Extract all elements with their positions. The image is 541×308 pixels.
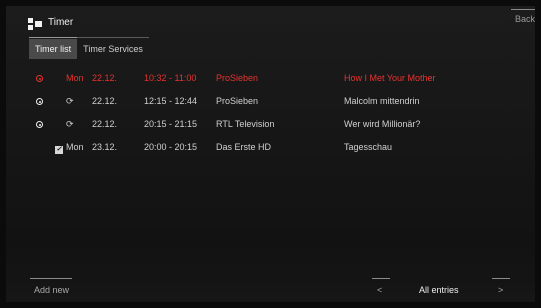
prev-indicator [372,278,390,279]
footer-bar: Add new < All entries > [6,276,535,302]
timer-time: 20:15 - 21:15 [144,119,198,129]
add-new-indicator [30,278,72,279]
timer-date: 22.12. [92,73,118,83]
page-title: Timer [48,17,74,28]
timer-list: Mon 22.12. 10:32 - 11:00 ProSieben How I… [6,70,535,162]
timer-logo-icon [28,18,42,30]
timer-program: Tagesschau [344,142,393,152]
timer-channel: RTL Television [216,119,275,129]
record-dot-icon [36,97,43,107]
timer-channel: Das Erste HD [216,142,272,152]
prev-page-button[interactable]: < [377,285,382,295]
tab-timer-services[interactable]: Timer Services [77,37,149,59]
next-indicator [492,278,510,279]
tab-timer-list[interactable]: Timer list [29,37,78,59]
timer-program: Malcolm mittendrin [344,96,420,106]
back-button[interactable]: Back [505,9,535,24]
timer-row[interactable]: ✓ Mon 23.12. 20:00 - 20:15 Das Erste HD … [6,139,535,162]
series-repeat-icon: ⟳ [66,96,74,106]
timer-channel: ProSieben [216,73,259,83]
timer-day: Mon [66,73,84,83]
timer-time: 20:00 - 20:15 [144,142,198,152]
timer-date: 23.12. [92,142,118,152]
timer-row[interactable]: Mon 22.12. 10:32 - 11:00 ProSieben How I… [6,70,535,93]
back-button-label: Back [514,14,535,24]
record-dot-icon [36,74,43,84]
back-button-indicator [511,9,535,10]
timer-day: Mon [66,142,84,152]
checkbox-icon[interactable]: ✓ [55,143,63,154]
tab-bar: Timer list Timer Services [29,37,149,59]
next-page-button[interactable]: > [498,285,503,295]
series-repeat-icon: ⟳ [66,119,74,129]
filter-selector[interactable]: All entries [419,285,459,295]
header: Timer Back [6,6,535,36]
record-dot-icon [36,120,43,130]
timer-date: 22.12. [92,96,118,106]
timer-row[interactable]: ⟳ 22.12. 12:15 - 12:44 ProSieben Malcolm… [6,93,535,116]
add-new-button[interactable]: Add new [34,285,69,295]
timer-channel: ProSieben [216,96,259,106]
timer-time: 10:32 - 11:00 [144,73,197,83]
timer-row[interactable]: ⟳ 22.12. 20:15 - 21:15 RTL Television We… [6,116,535,139]
timer-program: How I Met Your Mother [344,73,436,83]
timer-window: Timer Back Timer list Timer Services Mon… [6,6,535,302]
timer-program: Wer wird Millionär? [344,119,421,129]
timer-time: 12:15 - 12:44 [144,96,198,106]
timer-date: 22.12. [92,119,118,129]
